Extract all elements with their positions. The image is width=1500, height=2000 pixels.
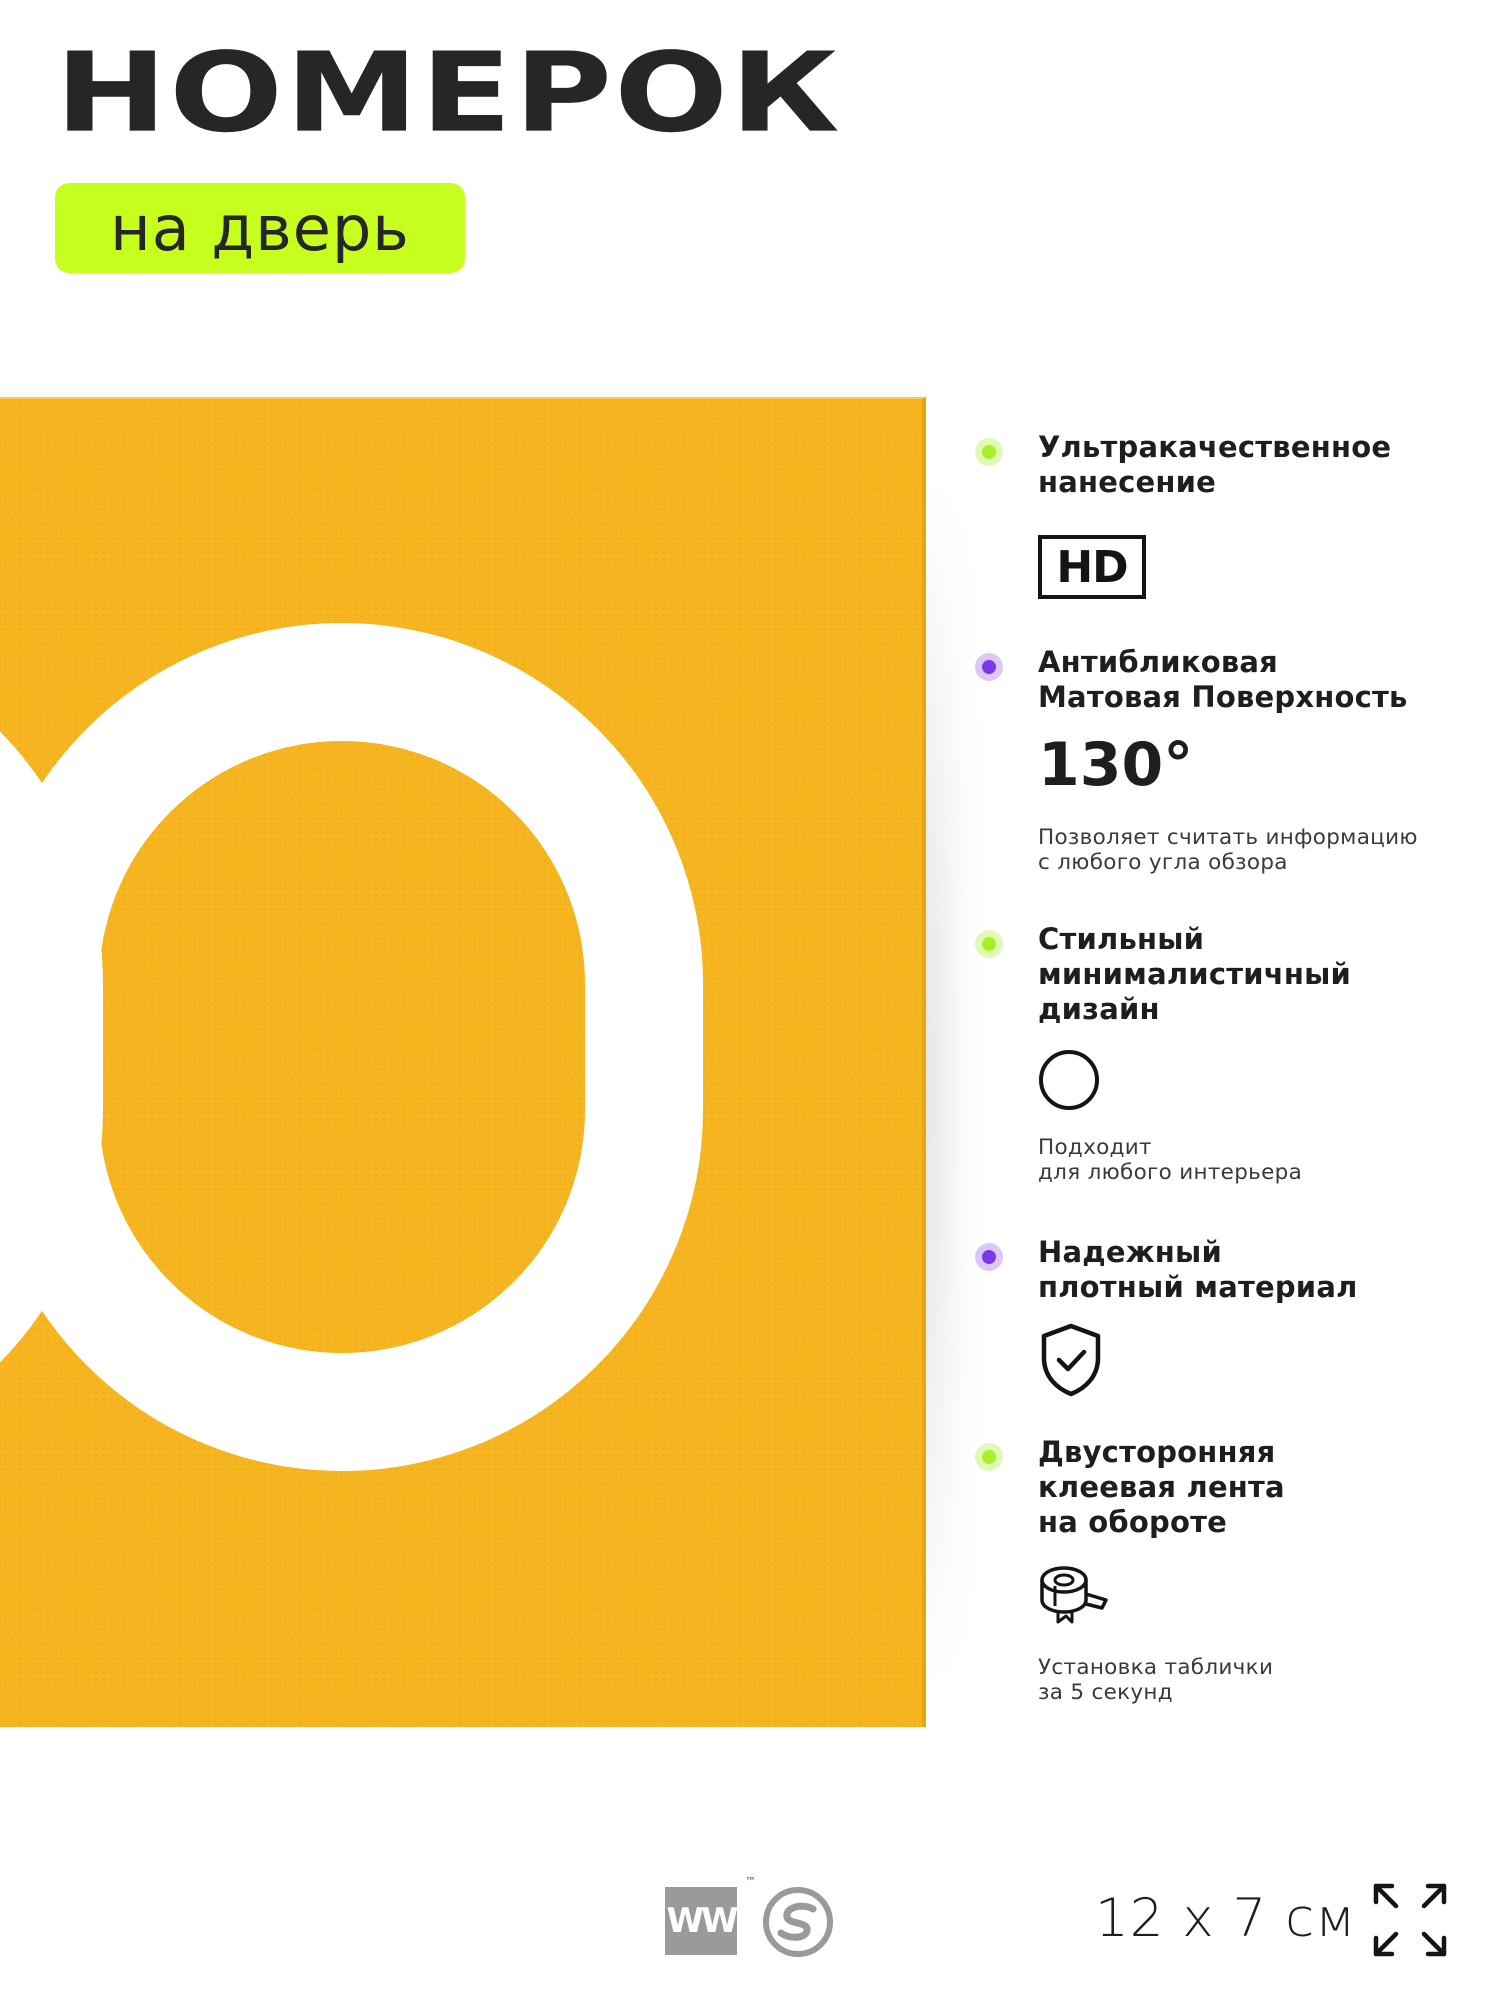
green-bullet-icon [975, 930, 1003, 958]
product-title: НОМЕРОК [55, 28, 842, 157]
expand-arrows-icon [1373, 1883, 1447, 1957]
feature-title: Стильный минималистичный дизайн [1038, 922, 1352, 1026]
hd-icon: HD [1038, 535, 1146, 599]
purple-bullet-icon [975, 653, 1003, 681]
circle-icon [1039, 1050, 1099, 1110]
digit-zero-right [0, 623, 703, 1471]
subtitle-badge: на дверь [55, 183, 465, 273]
green-bullet-icon [975, 1443, 1003, 1471]
size-label: 12 x 7 см [1095, 1888, 1357, 1949]
brand-logos: WW ™ [665, 1875, 845, 1965]
trademark-sign: ™ [745, 1875, 756, 1888]
tape-icon [1040, 1566, 1108, 1624]
feature-note: Позволяет считать информацию с любого уг… [1038, 825, 1418, 875]
green-bullet-icon [975, 438, 1003, 466]
angle-value: 130° [1038, 730, 1194, 800]
feature-title: Надежный плотный материал [1038, 1235, 1358, 1304]
sign-digits [0, 623, 703, 1471]
brand-circle-logo [763, 1887, 833, 1957]
brand-w-logo: WW [665, 1887, 738, 1955]
feature-note: Установка таблички за 5 секунд [1038, 1655, 1274, 1705]
shield-check-icon [1041, 1323, 1101, 1397]
sign-plate [0, 397, 926, 1727]
digit-zero-left [0, 731, 103, 1363]
purple-bullet-icon [975, 1243, 1003, 1271]
door-sign-image [0, 397, 950, 1747]
feature-title: Двусторонняя клеевая лента на обороте [1038, 1435, 1285, 1539]
feature-title: Ультракачественное нанесение [1038, 430, 1392, 499]
feature-note: Подходит для любого интерьера [1038, 1135, 1303, 1185]
feature-title: Антибликовая Матовая Поверхность [1038, 645, 1408, 714]
subtitle-text: на дверь [110, 191, 410, 265]
